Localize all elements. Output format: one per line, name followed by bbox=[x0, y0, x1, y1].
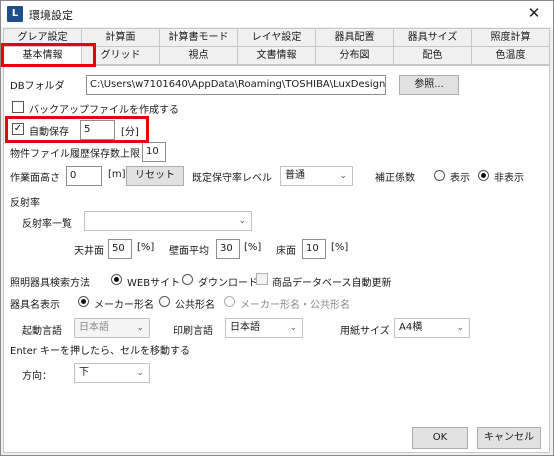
reflectance-list-label: 反射率一覧 bbox=[22, 219, 72, 230]
tab-color-scheme[interactable]: 配色 bbox=[394, 46, 472, 65]
backup-checkbox[interactable] bbox=[12, 101, 24, 113]
chevron-down-icon: ⌄ bbox=[289, 323, 297, 333]
window-title: 環境設定 bbox=[29, 9, 73, 22]
autosave-interval-input[interactable]: 5 bbox=[80, 120, 115, 140]
chevron-down-icon: ⌄ bbox=[238, 216, 246, 226]
tab-viewpoint[interactable]: 視点 bbox=[160, 46, 238, 65]
ok-button[interactable]: OK bbox=[412, 427, 468, 449]
name-both-label: メーカー形名・公共形名 bbox=[240, 300, 350, 311]
autosave-checkbox[interactable]: ✓ bbox=[12, 123, 24, 135]
autoupdate-label: 商品データベース自動更新 bbox=[272, 278, 392, 289]
tab-grid[interactable]: グリッド bbox=[82, 46, 160, 65]
tabs-row-2: 基本情報 グリッド 視点 文書情報 分布図 配色 色温度 bbox=[3, 46, 550, 66]
search-download-label: ダウンロード bbox=[198, 278, 258, 289]
paper-size-select[interactable]: A4横 ⌄ bbox=[394, 318, 470, 338]
work-height-label: 作業面高さ bbox=[10, 173, 60, 184]
reflectance-section-label: 反射率 bbox=[10, 198, 40, 209]
correction-label: 補正係数 bbox=[375, 173, 415, 184]
reset-button[interactable]: リセット bbox=[126, 166, 184, 186]
search-download-radio[interactable] bbox=[182, 274, 193, 285]
startup-lang-value: 日本語 bbox=[79, 322, 109, 333]
name-display-label: 器具名表示 bbox=[10, 300, 60, 311]
tab-basic-info[interactable]: 基本情報 bbox=[3, 46, 82, 66]
direction-label: 方向： bbox=[22, 371, 52, 382]
search-web-radio[interactable] bbox=[111, 274, 122, 285]
correction-hide-label: 非表示 bbox=[494, 173, 524, 184]
search-method-label: 照明器具検索方法 bbox=[10, 278, 90, 289]
chevron-down-icon: ⌄ bbox=[456, 323, 464, 333]
maintenance-level-select[interactable]: 普通 ⌄ bbox=[280, 166, 353, 186]
maintenance-level-value: 普通 bbox=[285, 170, 305, 181]
wall-label: 壁面平均 bbox=[169, 246, 209, 257]
db-folder-label: DBフォルダ bbox=[10, 81, 65, 92]
print-lang-value: 日本語 bbox=[230, 322, 260, 333]
print-lang-label: 印刷言語 bbox=[173, 326, 213, 337]
wall-unit: [%] bbox=[244, 242, 262, 253]
ceiling-unit: [%] bbox=[137, 242, 155, 253]
correction-hide-radio[interactable] bbox=[478, 170, 489, 181]
autosave-unit: [分] bbox=[121, 127, 139, 138]
basic-info-panel: DBフォルダ C:\Users\w7101640\AppData\Roaming… bbox=[3, 65, 550, 453]
wall-input[interactable]: 30 bbox=[216, 239, 240, 259]
paper-size-value: A4横 bbox=[399, 322, 423, 333]
tab-layer[interactable]: レイヤ設定 bbox=[238, 28, 316, 47]
history-limit-label: 物件ファイル履歴保存数上限 bbox=[10, 149, 140, 160]
chevron-down-icon: ⌄ bbox=[136, 323, 144, 333]
direction-value: 下 bbox=[79, 367, 89, 378]
ceiling-input[interactable]: 50 bbox=[108, 239, 132, 259]
work-height-input[interactable]: 0 bbox=[66, 166, 102, 186]
work-height-unit: [m] bbox=[108, 169, 126, 180]
tabs-row-1: グレア設定 計算面 計算書モード レイヤ設定 器具配置 器具サイズ 照度計算 bbox=[3, 28, 550, 48]
tab-color-temp[interactable]: 色温度 bbox=[472, 46, 550, 65]
startup-lang-select[interactable]: 日本語 ⌄ bbox=[74, 318, 150, 338]
tab-illuminance-calc[interactable]: 照度計算 bbox=[472, 28, 550, 47]
db-folder-input[interactable]: C:\Users\w7101640\AppData\Roaming\TOSHIB… bbox=[86, 75, 386, 95]
backup-label: バックアップファイルを作成する bbox=[29, 105, 179, 116]
title-bar: L 環境設定 ✕ bbox=[1, 1, 553, 27]
close-icon[interactable]: ✕ bbox=[525, 4, 543, 22]
chevron-down-icon: ⌄ bbox=[136, 368, 144, 378]
tab-calc-report-mode[interactable]: 計算書モード bbox=[160, 28, 238, 47]
floor-label: 床面 bbox=[276, 246, 296, 257]
maintenance-level-label: 既定保守率レベル bbox=[192, 173, 272, 184]
correction-show-label: 表示 bbox=[450, 173, 470, 184]
history-limit-input[interactable]: 10 bbox=[142, 142, 166, 162]
cancel-button[interactable]: キャンセル bbox=[477, 427, 541, 449]
tab-document-info[interactable]: 文書情報 bbox=[238, 46, 316, 65]
name-maker-label: メーカー形名 bbox=[94, 300, 154, 311]
name-public-radio[interactable] bbox=[159, 296, 170, 307]
direction-select[interactable]: 下 ⌄ bbox=[74, 363, 150, 383]
correction-show-radio[interactable] bbox=[434, 170, 445, 181]
tab-fixture-layout[interactable]: 器具配置 bbox=[316, 28, 394, 47]
autoupdate-checkbox[interactable] bbox=[256, 273, 268, 285]
enter-move-label: Enter キーを押したら、セルを移動する bbox=[10, 346, 191, 357]
autosave-label: 自動保存 bbox=[29, 127, 69, 138]
print-lang-select[interactable]: 日本語 ⌄ bbox=[225, 318, 303, 338]
browse-button[interactable]: 参照... bbox=[399, 75, 459, 95]
tab-calc-plane[interactable]: 計算面 bbox=[82, 28, 160, 47]
settings-window: L 環境設定 ✕ グレア設定 計算面 計算書モード レイヤ設定 器具配置 器具サ… bbox=[0, 0, 554, 456]
search-web-label: WEBサイト bbox=[127, 278, 181, 289]
floor-unit: [%] bbox=[331, 242, 349, 253]
reflectance-list-select[interactable]: ⌄ bbox=[84, 211, 252, 231]
tab-glare[interactable]: グレア設定 bbox=[3, 28, 82, 47]
name-public-label: 公共形名 bbox=[175, 300, 215, 311]
floor-input[interactable]: 10 bbox=[302, 239, 326, 259]
chevron-down-icon: ⌄ bbox=[339, 171, 347, 181]
tab-distribution[interactable]: 分布図 bbox=[316, 46, 394, 65]
name-maker-radio[interactable] bbox=[78, 296, 89, 307]
paper-size-label: 用紙サイズ bbox=[340, 326, 390, 337]
app-icon: L bbox=[7, 6, 23, 22]
tab-fixture-size[interactable]: 器具サイズ bbox=[394, 28, 472, 47]
ceiling-label: 天井面 bbox=[74, 246, 104, 257]
startup-lang-label: 起動言語 bbox=[22, 326, 62, 337]
name-both-radio[interactable] bbox=[224, 296, 235, 307]
